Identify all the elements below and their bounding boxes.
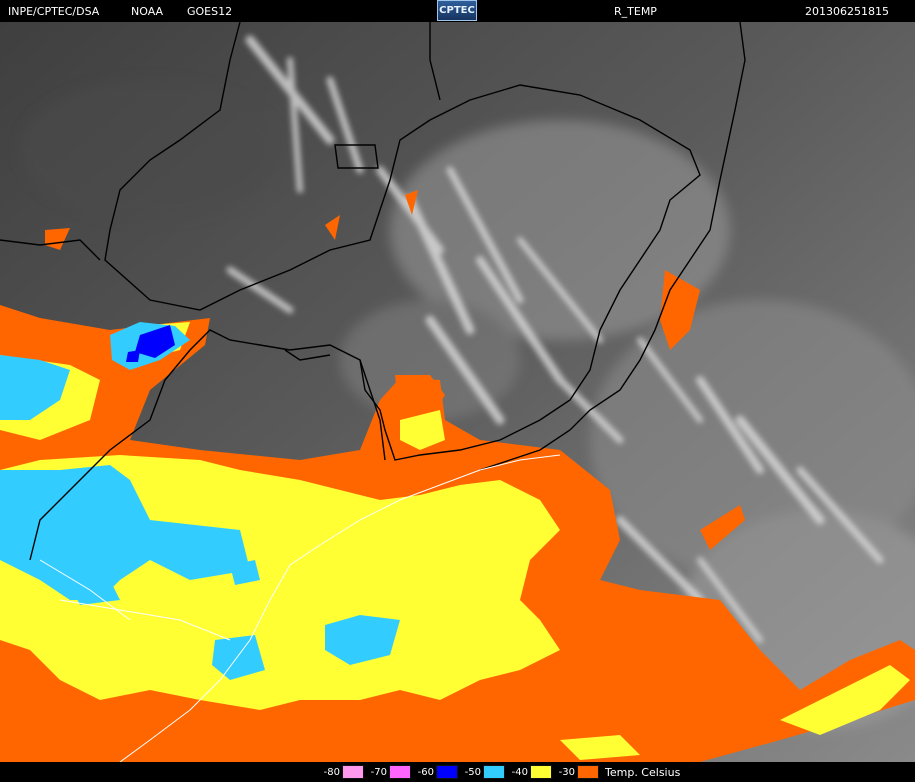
cptec-logo: CPTEC (437, 0, 477, 21)
legend-bar: -80 -70 -60 -50 -40 -30 Temp. Celsius (0, 762, 915, 782)
legend-label-minus50: -50 (464, 766, 481, 778)
legend-swatch-minus40 (530, 765, 552, 779)
legend-label-minus80: -80 (323, 766, 340, 778)
agency-label: NOAA (131, 5, 164, 18)
temperature-legend: -80 -70 -60 -50 -40 -30 Temp. Celsius (320, 764, 680, 780)
map-svg (0, 22, 915, 762)
satellite-map (0, 22, 915, 762)
source-label: INPE/CPTEC/DSA (8, 5, 100, 18)
legend-unit-label: Temp. Celsius (605, 765, 681, 779)
legend-swatch-minus80 (342, 765, 364, 779)
legend-label-minus70: -70 (370, 766, 387, 778)
legend-swatch-minus70 (389, 765, 411, 779)
image-header: INPE/CPTEC/DSA NOAA GOES12 CPTEC R_TEMP … (0, 0, 915, 22)
legend-swatch-minus30 (577, 765, 599, 779)
legend-label-minus60: -60 (417, 766, 434, 778)
timestamp-label: 201306251815 (805, 5, 889, 18)
legend-label-minus30: -30 (558, 766, 575, 778)
legend-swatch-minus50 (483, 765, 505, 779)
legend-label-minus40: -40 (511, 766, 528, 778)
legend-swatch-minus60 (436, 765, 458, 779)
product-label: R_TEMP (614, 5, 657, 18)
satellite-label: GOES12 (187, 5, 233, 18)
